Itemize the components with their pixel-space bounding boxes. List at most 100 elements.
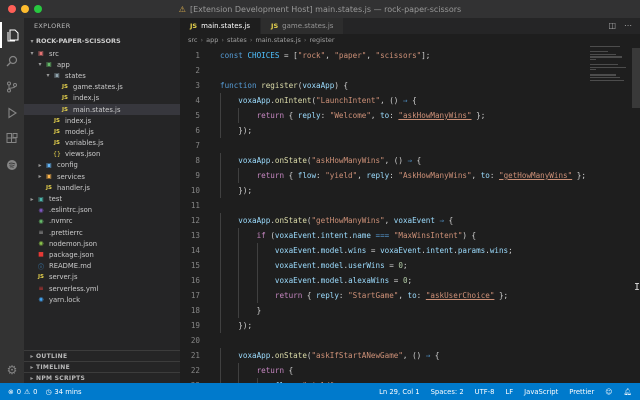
markdown-file-icon: ⓘ bbox=[37, 263, 44, 271]
tree-item[interactable]: ◉ nodemon.json bbox=[24, 238, 180, 249]
feedback-icon[interactable]: ☺ bbox=[605, 388, 612, 396]
code-line[interactable]: 13 if (voxaEvent.intent.name === "MaxWins… bbox=[180, 228, 640, 243]
breadcrumb-item[interactable]: states bbox=[227, 36, 247, 44]
tree-item[interactable]: ⓘ README.md bbox=[24, 261, 180, 272]
code-line[interactable]: 8 voxaApp.onState("askHowManyWins", () ⇒ … bbox=[180, 153, 640, 168]
indentation[interactable]: Spaces: 2 bbox=[431, 388, 464, 396]
code-editor[interactable]: 1 const CHOICES = ["rock", "paper", "scis… bbox=[180, 48, 640, 393]
tree-item[interactable]: JS server.js bbox=[24, 272, 180, 283]
minimap[interactable] bbox=[590, 46, 630, 86]
settings-gear-icon[interactable]: ⚙ bbox=[0, 363, 24, 377]
source-control-icon[interactable] bbox=[0, 74, 24, 100]
code-token: ]; bbox=[421, 51, 431, 60]
search-icon[interactable] bbox=[0, 48, 24, 74]
code-line[interactable]: 17 return { reply: "StartGame", to: "askU… bbox=[180, 288, 640, 303]
code-line[interactable]: 14 voxaEvent.model.wins = voxaEvent.inten… bbox=[180, 243, 640, 258]
tree-item[interactable]: ◉ .nvmrc bbox=[24, 216, 180, 227]
code-line[interactable]: 16 voxaEvent.model.alexaWins = 0; bbox=[180, 273, 640, 288]
indent-guide bbox=[256, 288, 258, 303]
code-token: : bbox=[320, 111, 330, 120]
code-line[interactable]: 5 return { reply: "Welcome", to: "askHowM… bbox=[180, 108, 640, 123]
tree-item[interactable]: JS handler.js bbox=[24, 182, 180, 193]
code-line[interactable]: 2 bbox=[180, 63, 640, 78]
language-mode[interactable]: JavaScript bbox=[524, 388, 558, 396]
indent-guide bbox=[220, 318, 221, 333]
editor-scrollbar[interactable] bbox=[632, 48, 640, 108]
tree-item[interactable]: ▸ ▣ test bbox=[24, 193, 180, 204]
maximize-window-button[interactable] bbox=[34, 5, 42, 13]
breadcrumb-item[interactable]: src bbox=[188, 36, 198, 44]
window-title: [Extension Development Host] main.states… bbox=[189, 4, 462, 14]
tab-game-states[interactable]: JS game.states.js bbox=[261, 18, 345, 34]
sidebar-section-timeline[interactable]: ▸ TIMELINE bbox=[24, 361, 180, 372]
tree-item[interactable]: ≡ .prettierrc bbox=[24, 227, 180, 238]
breadcrumb-item[interactable]: app bbox=[206, 36, 218, 44]
code-token: wins bbox=[489, 246, 509, 255]
breadcrumb-item[interactable]: main.states.js bbox=[255, 36, 300, 44]
tree-item[interactable]: ▸ ▣ config bbox=[24, 160, 180, 171]
code-line[interactable]: 18} bbox=[180, 303, 640, 318]
tree-item[interactable]: {} views.json bbox=[24, 149, 180, 160]
code-line[interactable]: 11 bbox=[180, 198, 640, 213]
sidebar-section-outline[interactable]: ▸ OUTLINE bbox=[24, 350, 180, 361]
tree-item[interactable]: ◉ .eslintrc.json bbox=[24, 205, 180, 216]
code-line[interactable]: 7 bbox=[180, 138, 640, 153]
tree-item[interactable]: JS variables.js bbox=[24, 138, 180, 149]
code-content: return { reply: "StartGame", to: "askUse… bbox=[210, 291, 508, 300]
yarn-file-icon: ◉ bbox=[38, 296, 44, 304]
chevron-down-icon: ▾ bbox=[46, 72, 50, 80]
code-line[interactable]: 3 function register(voxaApp) { bbox=[180, 78, 640, 93]
eslint-file-icon: ◉ bbox=[38, 206, 44, 214]
code-token: model bbox=[320, 276, 344, 285]
tree-item[interactable]: ≡ serverless.yml bbox=[24, 283, 180, 294]
prettier-status[interactable]: Prettier bbox=[569, 388, 594, 396]
minimize-window-button[interactable] bbox=[21, 5, 29, 13]
problems-indicator[interactable]: ⊗ 0 ⚠ 0 bbox=[8, 388, 37, 396]
code-line[interactable]: 20 bbox=[180, 333, 640, 348]
tree-item[interactable]: ■ package.json bbox=[24, 249, 180, 260]
folder-app-icon: ▣ bbox=[46, 61, 52, 69]
code-line[interactable]: 4 voxaApp.onIntent("LaunchIntent", () ⇒ { bbox=[180, 93, 640, 108]
spotify-icon[interactable] bbox=[0, 152, 24, 178]
run-debug-icon[interactable] bbox=[0, 100, 24, 126]
notifications-bell-icon[interactable]: 🔔︎ bbox=[623, 388, 632, 396]
tree-item[interactable]: JS game.states.js bbox=[24, 82, 180, 93]
breadcrumb-item[interactable]: register bbox=[309, 36, 334, 44]
tree-item[interactable]: ▾ ▣ src bbox=[24, 48, 180, 59]
project-folder[interactable]: ▾ ROCK-PAPER-SCISSORS bbox=[24, 34, 180, 48]
encoding[interactable]: UTF-8 bbox=[475, 388, 495, 396]
tree-item-label: server.js bbox=[49, 273, 78, 282]
tree-item[interactable]: JS model.js bbox=[24, 126, 180, 137]
more-actions-icon[interactable]: ⋯ bbox=[624, 21, 632, 30]
code-token: "askHowManyWins" bbox=[398, 111, 472, 120]
code-line[interactable]: 19}); bbox=[180, 318, 640, 333]
tree-item[interactable]: JS main.states.js bbox=[24, 103, 180, 116]
code-line[interactable]: 10}); bbox=[180, 183, 640, 198]
tree-item[interactable]: ▾ ▣ app bbox=[24, 59, 180, 70]
tab-main-states[interactable]: JS main.states.js bbox=[180, 18, 262, 34]
code-content: voxaEvent.model.wins = voxaEvent.intent.… bbox=[210, 246, 513, 255]
code-line[interactable]: 21 voxaApp.onState("askIfStartANewGame", … bbox=[180, 348, 640, 363]
code-line[interactable]: 22 return { bbox=[180, 363, 640, 378]
code-line[interactable]: 6}); bbox=[180, 123, 640, 138]
tree-item[interactable]: JS index.js bbox=[24, 115, 180, 126]
code-line[interactable]: 9 return { flow: "yield", reply: "AskHowM… bbox=[180, 168, 640, 183]
code-line[interactable]: 12 voxaApp.onState("getHowManyWins", voxa… bbox=[180, 213, 640, 228]
code-line[interactable]: 1 const CHOICES = ["rock", "paper", "scis… bbox=[180, 48, 640, 63]
tree-item[interactable]: ▸ ▣ services bbox=[24, 171, 180, 182]
explorer-icon[interactable] bbox=[0, 22, 24, 48]
tree-item[interactable]: ◉ yarn.lock bbox=[24, 294, 180, 305]
tree-item[interactable]: JS index.js bbox=[24, 93, 180, 104]
extensions-icon[interactable] bbox=[0, 126, 24, 152]
close-window-button[interactable] bbox=[8, 5, 16, 13]
sidebar-section-npm-scripts[interactable]: ▸ NPM SCRIPTS bbox=[24, 372, 180, 383]
time-tracker[interactable]: ◷ 34 mins bbox=[45, 388, 81, 396]
code-line[interactable]: 15 voxaEvent.model.userWins = 0; bbox=[180, 258, 640, 273]
split-editor-icon[interactable]: ◫ bbox=[608, 21, 616, 30]
tree-item[interactable]: ▾ ▣ states bbox=[24, 70, 180, 81]
indent-guide bbox=[238, 228, 240, 243]
window-controls bbox=[8, 5, 42, 13]
cursor-position[interactable]: Ln 29, Col 1 bbox=[379, 388, 420, 396]
end-of-line[interactable]: LF bbox=[505, 388, 513, 396]
code-token: voxaApp bbox=[238, 156, 271, 165]
